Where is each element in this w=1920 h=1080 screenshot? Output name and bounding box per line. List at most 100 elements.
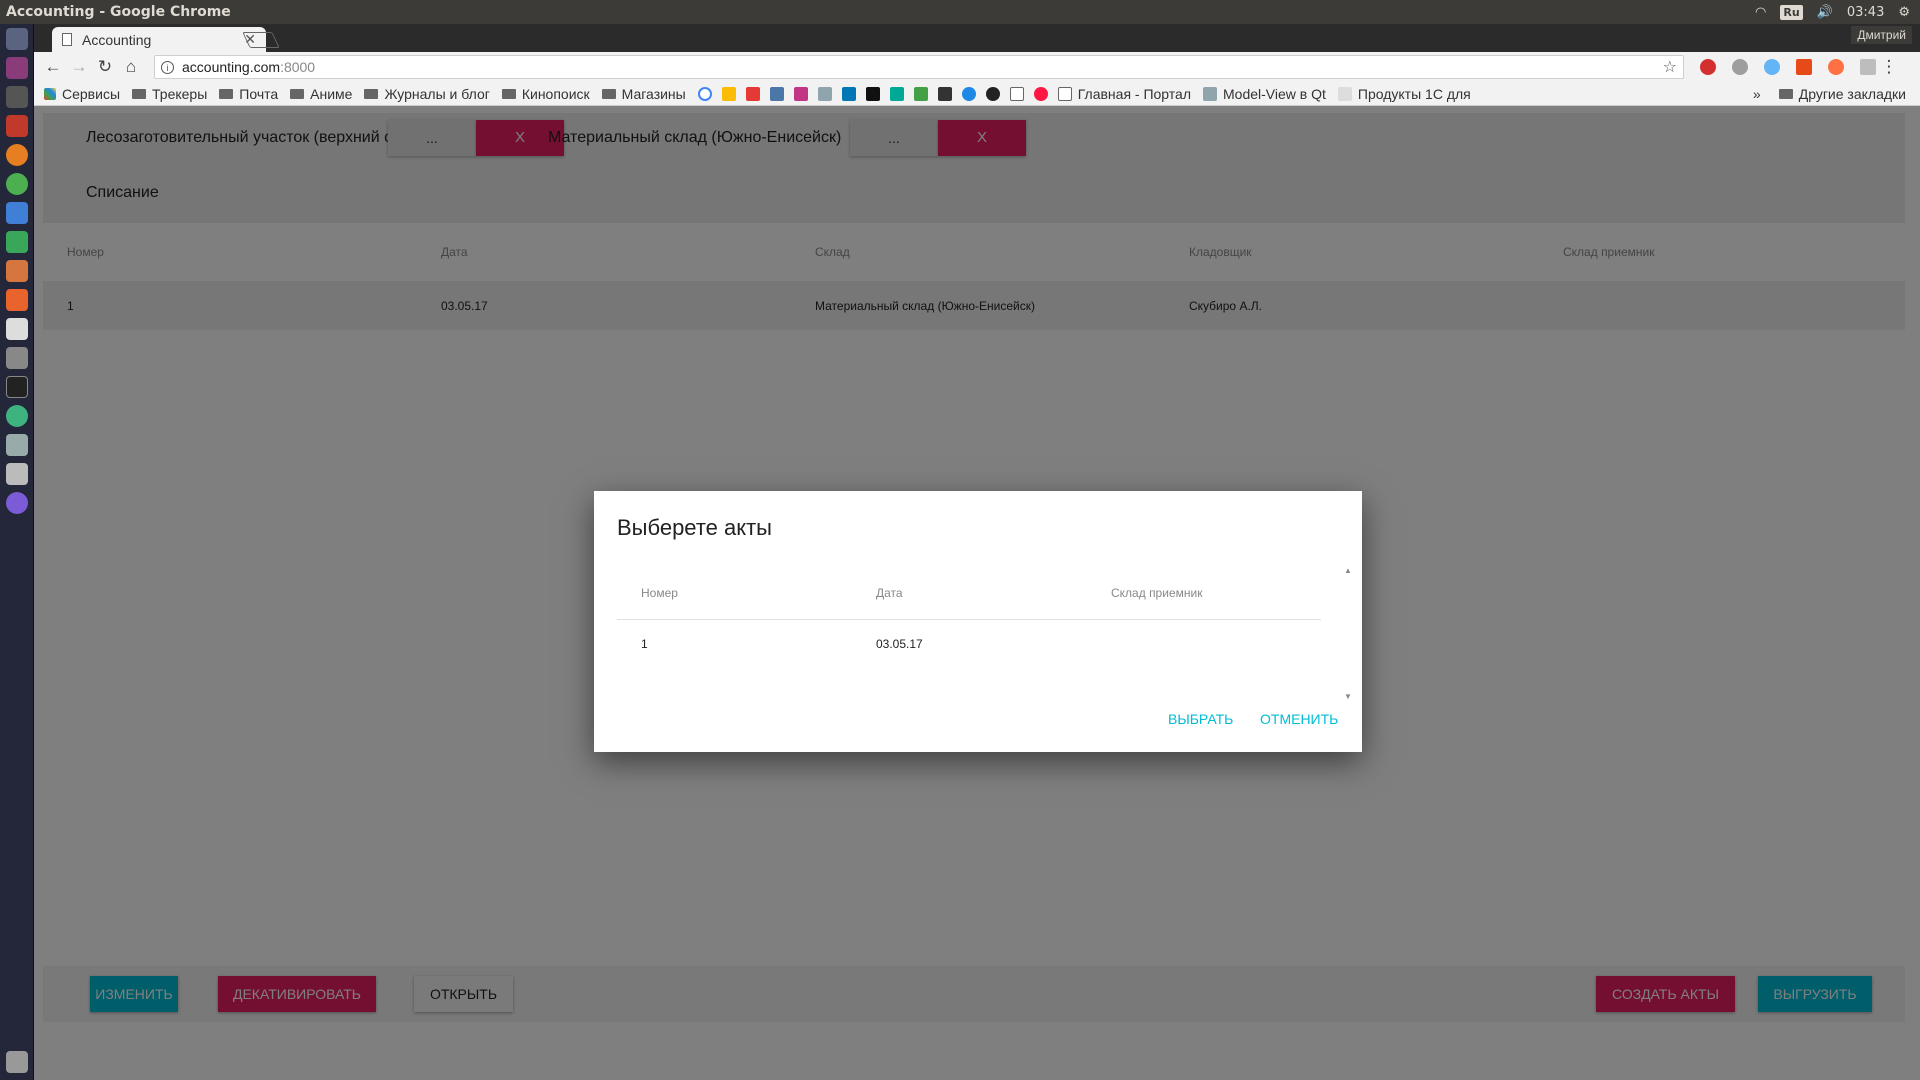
- feather-icon: [1337, 86, 1352, 101]
- bookmark-services[interactable]: Сервисы: [44, 86, 120, 102]
- navigation-bar: ← → ↻ ⌂ i accounting.com:8000 ☆ ⋮: [34, 52, 1920, 82]
- address-bar[interactable]: i accounting.com:8000 ☆: [154, 55, 1684, 79]
- teal-site-icon[interactable]: [889, 86, 904, 101]
- tab-strip: Accounting ✕: [34, 24, 1920, 52]
- forward-icon[interactable]: →: [66, 57, 92, 77]
- bookmark-star-icon[interactable]: ☆: [1663, 57, 1677, 77]
- new-tab-button[interactable]: [242, 32, 280, 48]
- office-icon[interactable]: [1796, 59, 1812, 75]
- system-settings-icon[interactable]: [5, 347, 28, 369]
- bookmark-label: Сервисы: [62, 85, 121, 102]
- site-666-icon[interactable]: [937, 86, 952, 101]
- reload-icon[interactable]: ↻: [92, 57, 118, 77]
- bookmark-folder-kinopoisk[interactable]: Кинопоиск: [501, 85, 590, 102]
- settings-gear-icon[interactable]: ⚙: [1898, 5, 1910, 20]
- dialog-title: Выберете акты: [617, 515, 772, 540]
- other-bookmarks[interactable]: Другие закладки: [1799, 86, 1906, 102]
- chrome-menu-icon[interactable]: ⋮: [1876, 57, 1902, 77]
- folder-icon: [601, 88, 616, 99]
- app-icon[interactable]: [5, 115, 28, 137]
- app-launcher-icon[interactable]: [5, 57, 28, 79]
- app-page: Лесозаготовительный участок (верхний скл…: [34, 106, 1920, 1080]
- window-title: Accounting - Google Chrome: [6, 4, 231, 20]
- terminal-icon[interactable]: [5, 376, 28, 398]
- dash-icon[interactable]: [5, 28, 28, 50]
- vk-icon[interactable]: [769, 86, 784, 101]
- column-header[interactable]: Номер: [617, 586, 852, 600]
- extension-cloud-icon[interactable]: [1764, 59, 1780, 75]
- flag-site-icon[interactable]: [865, 86, 880, 101]
- url-port: :8000: [280, 59, 316, 75]
- writer-icon[interactable]: [5, 202, 28, 224]
- firefox-icon[interactable]: [5, 144, 28, 166]
- scroll-down-icon[interactable]: ▼: [1342, 692, 1354, 701]
- bookmark-label: Model-View в Qt: [1223, 85, 1326, 102]
- bookmark-label: Трекеры: [152, 85, 208, 102]
- browser-window: Accounting ✕ ← → ↻ ⌂ i accounting.com:80…: [34, 24, 1920, 1080]
- software-center-icon[interactable]: [5, 289, 28, 311]
- page-icon[interactable]: [1009, 86, 1024, 101]
- instagram-icon[interactable]: [793, 86, 808, 101]
- bookmark-label: Почта: [239, 85, 279, 102]
- launcher-sidebar: [0, 24, 34, 1080]
- user-menu[interactable]: Дмитрий: [1851, 26, 1912, 44]
- wifi-icon[interactable]: ◠: [1755, 5, 1766, 20]
- amazon-icon[interactable]: [5, 318, 28, 340]
- bookmark-1c-products[interactable]: Продукты 1С для: [1337, 86, 1471, 102]
- calc-icon[interactable]: [5, 231, 28, 253]
- back-icon[interactable]: ←: [40, 57, 66, 77]
- column-header[interactable]: Склад приемник: [1087, 586, 1321, 600]
- app-grey-icon[interactable]: [5, 463, 28, 485]
- bookmark-folder-journals[interactable]: Журналы и блог: [364, 86, 490, 102]
- impress-icon[interactable]: [5, 260, 28, 282]
- folder-icon: [132, 88, 147, 99]
- bookmarks-overflow-button[interactable]: »: [1753, 86, 1761, 102]
- clock[interactable]: 03:43: [1847, 5, 1884, 20]
- site-info-icon[interactable]: i: [161, 60, 174, 74]
- select-button[interactable]: ВЫБРАТЬ: [1168, 711, 1233, 727]
- tab-title: Accounting: [82, 31, 152, 48]
- home-icon[interactable]: ⌂: [118, 57, 144, 77]
- bookmark-folder-anime[interactable]: Аниме: [290, 86, 352, 102]
- column-header[interactable]: Дата: [852, 586, 1087, 600]
- google-icon[interactable]: [697, 86, 712, 101]
- blue-site-icon[interactable]: [961, 86, 976, 101]
- apps-grid-icon: [44, 87, 56, 100]
- tab-accounting[interactable]: Accounting ✕: [52, 27, 266, 52]
- app-purple-icon[interactable]: [5, 492, 28, 514]
- red-site-icon[interactable]: [1033, 86, 1048, 101]
- bookmark-model-view[interactable]: Model-View в Qt: [1203, 86, 1326, 102]
- adblock-icon[interactable]: [1700, 59, 1716, 75]
- youtube-icon[interactable]: [745, 86, 760, 101]
- bookmark-label: Кинопоиск: [521, 85, 590, 102]
- app-green-icon[interactable]: [5, 405, 28, 427]
- files-icon[interactable]: [5, 86, 28, 108]
- bookmark-portal[interactable]: Главная - Портал: [1057, 86, 1191, 102]
- dialog-scrollbar[interactable]: ▲ ▼: [1342, 566, 1354, 701]
- github-icon[interactable]: [985, 86, 1000, 101]
- volume-icon[interactable]: 🔊: [1817, 5, 1833, 20]
- trash-icon[interactable]: [6, 1051, 28, 1073]
- dialog-table-row[interactable]: 1 03.05.17: [617, 620, 1321, 668]
- keyboard-layout-indicator[interactable]: Ru: [1780, 4, 1803, 20]
- linkedin-icon[interactable]: [841, 86, 856, 101]
- cancel-button[interactable]: ОТМЕНИТЬ: [1260, 711, 1338, 727]
- folder-icon: [364, 88, 379, 99]
- url-host: accounting.com: [182, 59, 281, 75]
- extension-grey-icon[interactable]: [1860, 59, 1876, 75]
- table-cell: 1: [641, 637, 648, 651]
- photos-icon[interactable]: [721, 86, 736, 101]
- extension-icon[interactable]: [1732, 59, 1748, 75]
- h-site-icon[interactable]: [817, 86, 832, 101]
- bookmark-folder-shops[interactable]: Магазины: [601, 86, 686, 102]
- dialog-table-header: Номер Дата Склад приемник: [617, 566, 1321, 620]
- bookmark-folder-mail[interactable]: Почта: [219, 86, 278, 102]
- extension-orange-icon[interactable]: [1828, 59, 1844, 75]
- home-site-icon[interactable]: [913, 86, 928, 101]
- database-icon[interactable]: [5, 434, 28, 456]
- table-cell: 03.05.17: [876, 637, 923, 651]
- scroll-up-icon[interactable]: ▲: [1342, 566, 1354, 575]
- h-icon: [1203, 86, 1217, 101]
- bookmark-folder-trackers[interactable]: Трекеры: [132, 86, 207, 102]
- chrome-icon[interactable]: [5, 173, 28, 195]
